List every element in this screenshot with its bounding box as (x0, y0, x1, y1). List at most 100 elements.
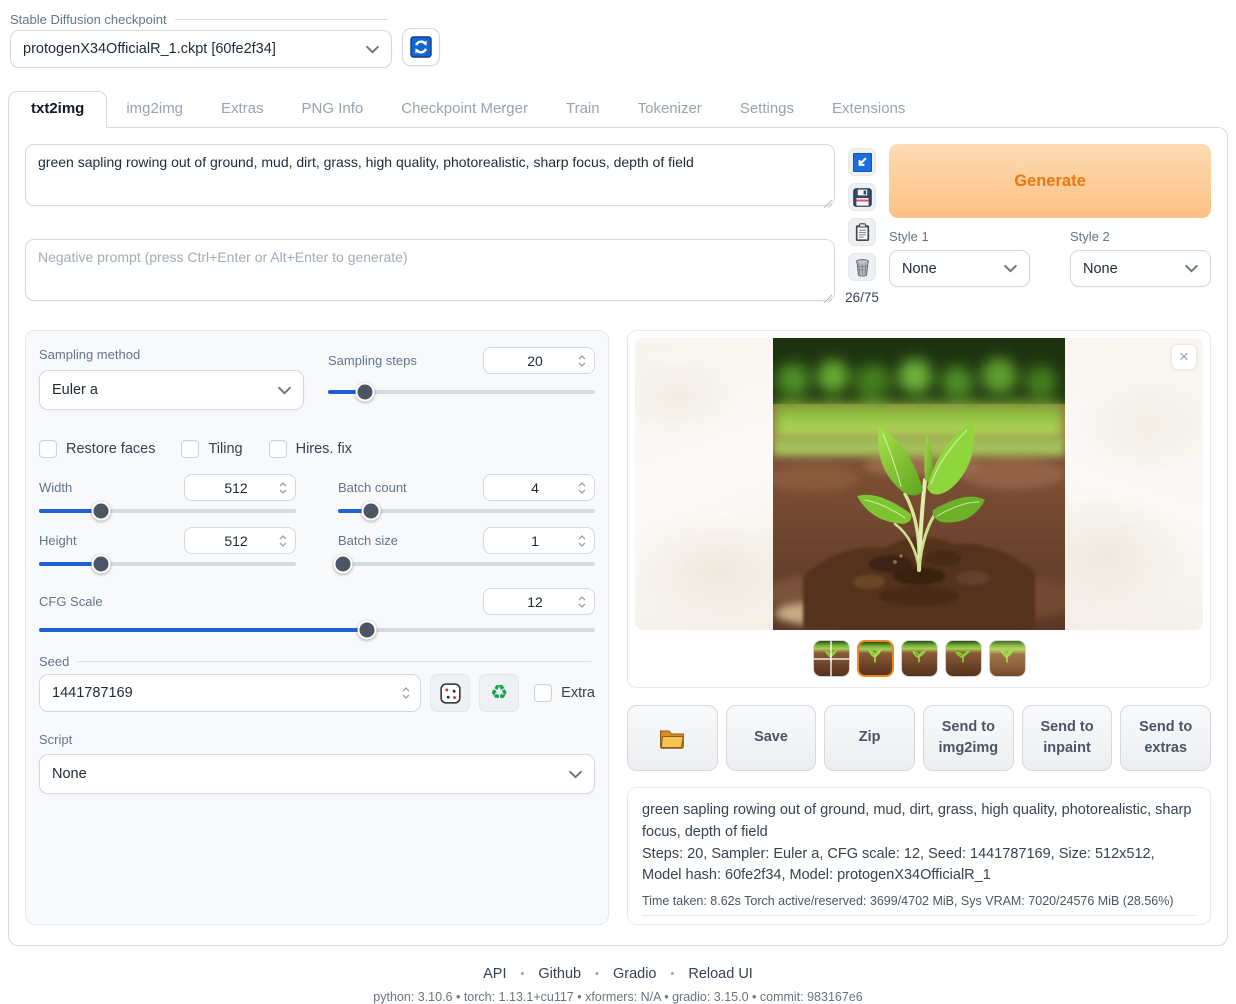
stepper-down-icon[interactable] (578, 362, 586, 367)
stepper-up-icon[interactable] (578, 596, 586, 601)
sampling-steps-input[interactable]: 20 (483, 347, 595, 374)
footer-link-github[interactable]: Github (538, 966, 581, 982)
thumbnail-grid[interactable] (813, 640, 850, 677)
cfg-scale-group: CFG Scale 12 (39, 588, 595, 632)
stepper-up-icon[interactable] (578, 482, 586, 487)
prompt-input[interactable]: green sapling rowing out of ground, mud,… (25, 144, 835, 206)
checkbox-box[interactable] (181, 440, 199, 458)
sampling-steps-slider[interactable] (328, 390, 595, 394)
stepper-down-icon[interactable] (578, 542, 586, 547)
stepper-up-icon[interactable] (578, 355, 586, 360)
extra-seed-checkbox[interactable]: Extra (534, 684, 595, 702)
clear-prompt-button[interactable] (848, 253, 876, 281)
save-style-button[interactable] (848, 183, 876, 211)
style2-select[interactable]: None (1070, 250, 1211, 287)
hires-fix-label: Hires. fix (296, 441, 352, 457)
style1-select[interactable]: None (889, 250, 1030, 287)
send-to-extras-button[interactable]: Send to extras (1120, 705, 1211, 771)
height-input[interactable]: 512 (184, 527, 296, 554)
cfg-scale-slider[interactable] (39, 628, 595, 632)
stepper-up-icon[interactable] (279, 535, 287, 540)
random-seed-button[interactable] (430, 674, 470, 712)
sampling-method-select[interactable]: Euler a (39, 370, 304, 410)
slider-thumb[interactable] (91, 555, 110, 574)
thumbnail[interactable] (989, 640, 1026, 677)
close-preview-button[interactable]: × (1171, 344, 1197, 370)
footer-link-api[interactable]: API (483, 966, 506, 982)
seed-value: 1441787169 (52, 685, 402, 701)
paste-generation-params-button[interactable] (848, 148, 876, 176)
stepper-down-icon[interactable] (279, 542, 287, 547)
stepper-down-icon[interactable] (578, 603, 586, 608)
generated-image-preview[interactable] (773, 338, 1065, 630)
batch-size-input[interactable]: 1 (483, 527, 595, 554)
send-to-img2img-button[interactable]: Send to img2img (923, 705, 1014, 771)
generate-button[interactable]: Generate (889, 144, 1211, 218)
checkbox-box[interactable] (269, 440, 287, 458)
recycle-icon: ♻ (490, 683, 508, 703)
stepper-up-icon[interactable] (578, 535, 586, 540)
refresh-checkpoint-button[interactable] (402, 28, 440, 66)
gallery-blur-right (1065, 338, 1203, 630)
tab-settings[interactable]: Settings (721, 92, 813, 127)
script-value: None (52, 766, 87, 782)
checkbox-box[interactable] (39, 440, 57, 458)
style1-label: Style 1 (889, 229, 1030, 244)
thumbnail[interactable] (901, 640, 938, 677)
stepper-up-icon[interactable] (279, 482, 287, 487)
open-folder-button[interactable] (627, 705, 718, 771)
style2-group: Style 2 None (1070, 229, 1211, 287)
checkbox-box[interactable] (534, 684, 552, 702)
stepper-down-icon[interactable] (279, 489, 287, 494)
slider-thumb[interactable] (356, 383, 375, 402)
stepper-arrows[interactable] (578, 355, 586, 367)
batch-count-value: 4 (492, 480, 578, 496)
tab-extensions[interactable]: Extensions (813, 92, 924, 127)
footer-link-gradio[interactable]: Gradio (613, 966, 657, 982)
tab-checkpoint-merger[interactable]: Checkpoint Merger (382, 92, 547, 127)
width-input[interactable]: 512 (184, 474, 296, 501)
seed-group: Seed 1441787169 (39, 654, 595, 712)
tab-extras[interactable]: Extras (202, 92, 283, 127)
slider-thumb[interactable] (334, 555, 353, 574)
footer-link-reload-ui[interactable]: Reload UI (688, 966, 752, 982)
label-rule (77, 661, 591, 662)
tab-train[interactable]: Train (547, 92, 619, 127)
cfg-scale-input[interactable]: 12 (483, 588, 595, 615)
stepper-up-icon[interactable] (402, 687, 410, 692)
send-to-inpaint-button[interactable]: Send to inpaint (1022, 705, 1113, 771)
batch-count-slider[interactable] (338, 509, 595, 513)
sampling-steps-value: 20 (492, 353, 578, 369)
restore-faces-checkbox[interactable]: Restore faces (39, 440, 155, 458)
checkpoint-select[interactable]: protogenX34OfficialR_1.ckpt [60fe2f34] (10, 30, 392, 68)
tab-img2img[interactable]: img2img (107, 92, 202, 127)
slider-thumb[interactable] (362, 502, 381, 521)
tab-txt2img[interactable]: txt2img (8, 91, 107, 128)
thumbnail[interactable] (945, 640, 982, 677)
seed-input[interactable]: 1441787169 (39, 674, 421, 712)
stepper-down-icon[interactable] (578, 489, 586, 494)
tiling-checkbox[interactable]: Tiling (181, 440, 242, 458)
save-button[interactable]: Save (726, 705, 817, 771)
chevron-down-icon (1185, 264, 1198, 273)
bullet-separator: • (521, 968, 525, 980)
tab-tokenizer[interactable]: Tokenizer (619, 92, 721, 127)
gallery-panel: × (627, 330, 1211, 688)
reuse-seed-button[interactable]: ♻ (479, 674, 519, 712)
batch-count-input[interactable]: 4 (483, 474, 595, 501)
slider-thumb[interactable] (91, 502, 110, 521)
tiling-label: Tiling (208, 441, 242, 457)
zip-button[interactable]: Zip (824, 705, 915, 771)
thumbnail-selected[interactable] (857, 640, 894, 677)
height-slider[interactable] (39, 562, 296, 566)
apply-style-button[interactable] (848, 218, 876, 246)
width-slider[interactable] (39, 509, 296, 513)
negative-prompt-input[interactable] (25, 239, 835, 301)
hires-fix-checkbox[interactable]: Hires. fix (269, 440, 352, 458)
script-select[interactable]: None (39, 754, 595, 794)
batch-size-slider[interactable] (338, 562, 595, 566)
slider-thumb[interactable] (358, 621, 377, 640)
tab-png-info[interactable]: PNG Info (283, 92, 383, 127)
stepper-down-icon[interactable] (402, 694, 410, 699)
dice-icon (440, 683, 461, 704)
